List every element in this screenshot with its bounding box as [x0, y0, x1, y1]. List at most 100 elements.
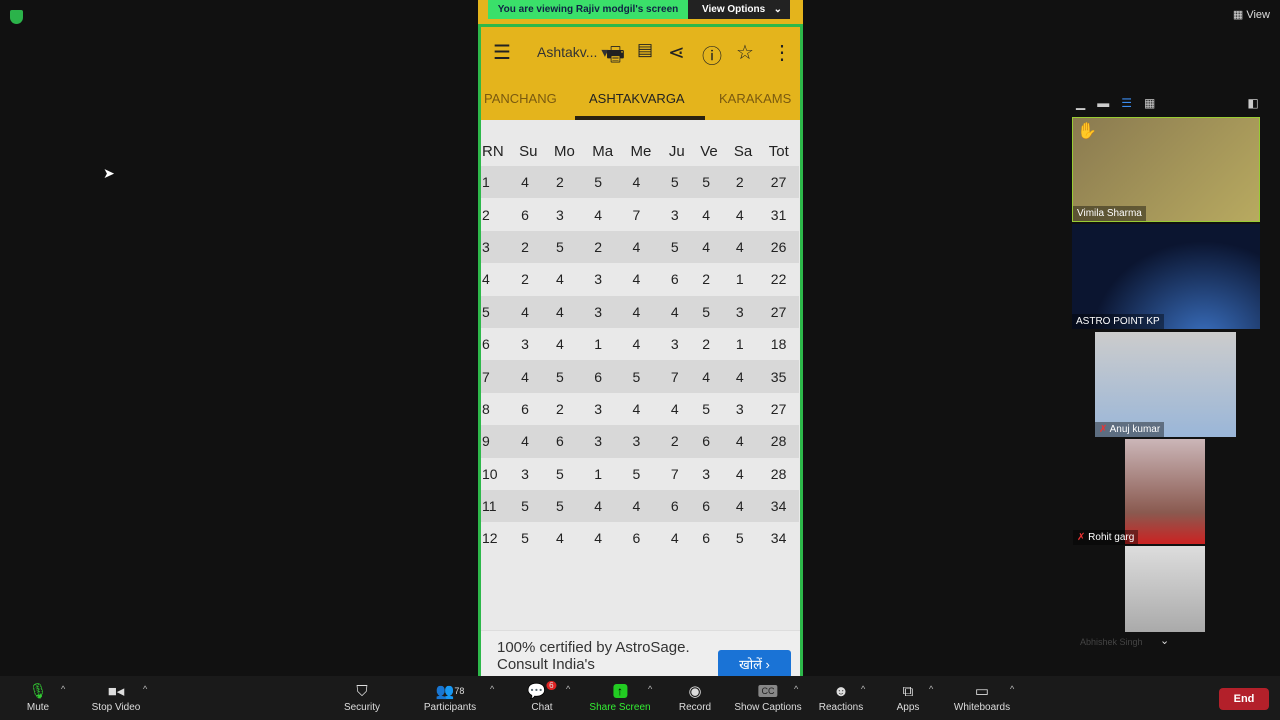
- reactions-icon: ☻: [833, 682, 849, 700]
- menu-icon[interactable]: ☰: [493, 40, 511, 65]
- table-cell: 2: [702, 336, 710, 353]
- speaker-view-icon[interactable]: ☰: [1121, 96, 1132, 114]
- table-cell: 5: [623, 360, 662, 393]
- participant-tile[interactable]: [1125, 439, 1205, 544]
- print-icon[interactable]: 🖶: [606, 40, 625, 74]
- column-header: Ve: [700, 142, 718, 160]
- whiteboards-button[interactable]: ▭ Whiteboards: [954, 680, 1010, 713]
- table-cell: 4: [623, 166, 662, 199]
- table-cell: 4: [512, 166, 548, 199]
- table-row: 4 2 4 3 4 6 2 1 22: [481, 263, 799, 295]
- share-banner: You are viewing Rajiv modgil's screen Vi…: [488, 0, 790, 19]
- table-row: 12 5 4 4 6 4 6 5 34: [481, 522, 799, 554]
- table-cell: 5: [481, 295, 513, 328]
- muted-mic-icon: ✗: [1077, 532, 1089, 543]
- table-cell: 1: [594, 465, 603, 482]
- more-icon[interactable]: ⋮: [772, 40, 792, 65]
- table-cell: 6: [632, 530, 641, 547]
- meeting-toolbar: 🎙 Mute ^ ■◂ Stop Video ^ ⛉ Security 👥 78 Part…: [0, 676, 1280, 720]
- view-options-button[interactable]: View Options ⌄: [688, 0, 790, 19]
- participant-tile[interactable]: ASTRO POINT KP: [1072, 224, 1260, 329]
- security-button[interactable]: ⛉ Security: [344, 680, 380, 714]
- ad-open-button[interactable]: खोलें ›: [718, 650, 791, 676]
- chat-icon: 💬 6: [527, 680, 557, 702]
- chevron-up-icon[interactable]: ^: [929, 684, 933, 694]
- record-button[interactable]: ◉ Record: [679, 680, 711, 713]
- chat-button[interactable]: 💬 6 Chat: [527, 680, 557, 713]
- table-cell: 22: [770, 271, 787, 288]
- table-cell: 3: [735, 400, 744, 417]
- minimize-icon[interactable]: ▁: [1076, 96, 1085, 114]
- table-cell: 6: [585, 360, 624, 393]
- table-cell: 3: [594, 400, 603, 417]
- chevron-up-icon[interactable]: ^: [794, 684, 798, 694]
- chevron-up-icon[interactable]: ^: [490, 684, 494, 694]
- table-cell: 3: [726, 295, 762, 328]
- table-cell: 6: [670, 271, 679, 288]
- table-cell: 3: [670, 336, 679, 353]
- participants-button[interactable]: 👥 78 Participants: [424, 680, 476, 713]
- end-meeting-button[interactable]: End: [1219, 688, 1269, 710]
- table-cell: 4: [693, 360, 727, 393]
- table-cell: 6: [693, 489, 727, 523]
- chat-badge: 6: [546, 680, 557, 690]
- chevron-up-icon[interactable]: ^: [648, 684, 652, 694]
- table-cell: 4: [726, 360, 762, 393]
- stop-video-button[interactable]: ■◂ Stop Video: [92, 680, 141, 713]
- column-header: Me: [630, 142, 652, 160]
- table-cell: 5: [547, 230, 586, 264]
- chevron-up-icon[interactable]: ^: [1010, 684, 1014, 694]
- gallery-grid-icon[interactable]: ▦: [1144, 96, 1155, 114]
- table-row: 10 3 5 1 5 7 3 4 28: [481, 458, 799, 490]
- star-icon[interactable]: ☆: [736, 40, 754, 65]
- participant-tile[interactable]: ✋ Vimila Sharma: [1072, 117, 1260, 222]
- table-row: 7 4 5 6 5 7 4 4 35: [481, 360, 799, 393]
- reactions-button[interactable]: ☻ Reactions: [819, 680, 863, 714]
- video-camera-icon: ■◂: [107, 683, 125, 700]
- captions-button[interactable]: CC Show Captions: [734, 680, 802, 713]
- record-icon: ◉: [688, 683, 702, 700]
- app-title[interactable]: Ashtakv... ▾: [537, 44, 608, 61]
- tab-karakams[interactable]: KARAKAMS: [719, 91, 791, 106]
- table-cell: 5: [661, 230, 694, 264]
- side-by-side-icon[interactable]: ◧: [1247, 96, 1258, 114]
- table-cell: 26: [761, 230, 799, 264]
- table-cell: 3: [702, 465, 710, 482]
- scroll-down-icon[interactable]: ⌄: [1160, 634, 1169, 647]
- participant-tile[interactable]: ✗ Anuj kumar: [1095, 332, 1236, 437]
- help-icon[interactable]: ⓘ: [702, 40, 722, 69]
- table-cell: 2: [556, 400, 564, 417]
- table-cell: 5: [693, 295, 727, 328]
- table-cell: 35: [761, 360, 799, 393]
- table-cell: 4: [726, 425, 762, 458]
- tab-panchang[interactable]: PANCHANG: [484, 91, 557, 106]
- table-cell: 6: [702, 530, 710, 547]
- participant-name: ✗ Anuj kumar: [1095, 422, 1165, 437]
- chevron-up-icon[interactable]: ^: [61, 684, 65, 694]
- encryption-shield-icon[interactable]: [10, 10, 23, 24]
- table-cell: 4: [623, 230, 662, 264]
- comment-icon[interactable]: ▤: [637, 40, 653, 60]
- chevron-up-icon[interactable]: ^: [566, 684, 570, 694]
- mute-button[interactable]: 🎙 Mute: [27, 680, 49, 713]
- participant-tile[interactable]: [1125, 546, 1205, 632]
- table-cell: 34: [761, 489, 799, 523]
- table-cell: 3: [521, 336, 529, 353]
- microphone-icon: 🎙: [28, 683, 48, 700]
- share-screen-button[interactable]: ↑ Share Screen: [589, 680, 651, 713]
- thumbnail-icon[interactable]: ▬: [1097, 96, 1109, 114]
- tab-ashtakvarga[interactable]: ASHTAKVARGA: [589, 91, 685, 106]
- apps-button[interactable]: ⧉ Apps: [897, 680, 920, 714]
- column-header: Su: [519, 142, 538, 160]
- table-cell: 3: [623, 425, 662, 458]
- chevron-up-icon[interactable]: ^: [861, 684, 865, 694]
- shield-icon: ⛉: [356, 682, 368, 700]
- chevron-up-icon[interactable]: ^: [143, 684, 147, 694]
- table-cell: 27: [761, 166, 799, 199]
- table-row: 11 5 5 4 4 6 6 4 34: [481, 489, 799, 523]
- table-cell: 10: [482, 465, 498, 482]
- share-icon[interactable]: ⋖: [668, 40, 685, 65]
- table-cell: 4: [556, 336, 564, 353]
- view-button[interactable]: ▦ View: [1233, 8, 1270, 21]
- table-cell: 6: [521, 206, 529, 223]
